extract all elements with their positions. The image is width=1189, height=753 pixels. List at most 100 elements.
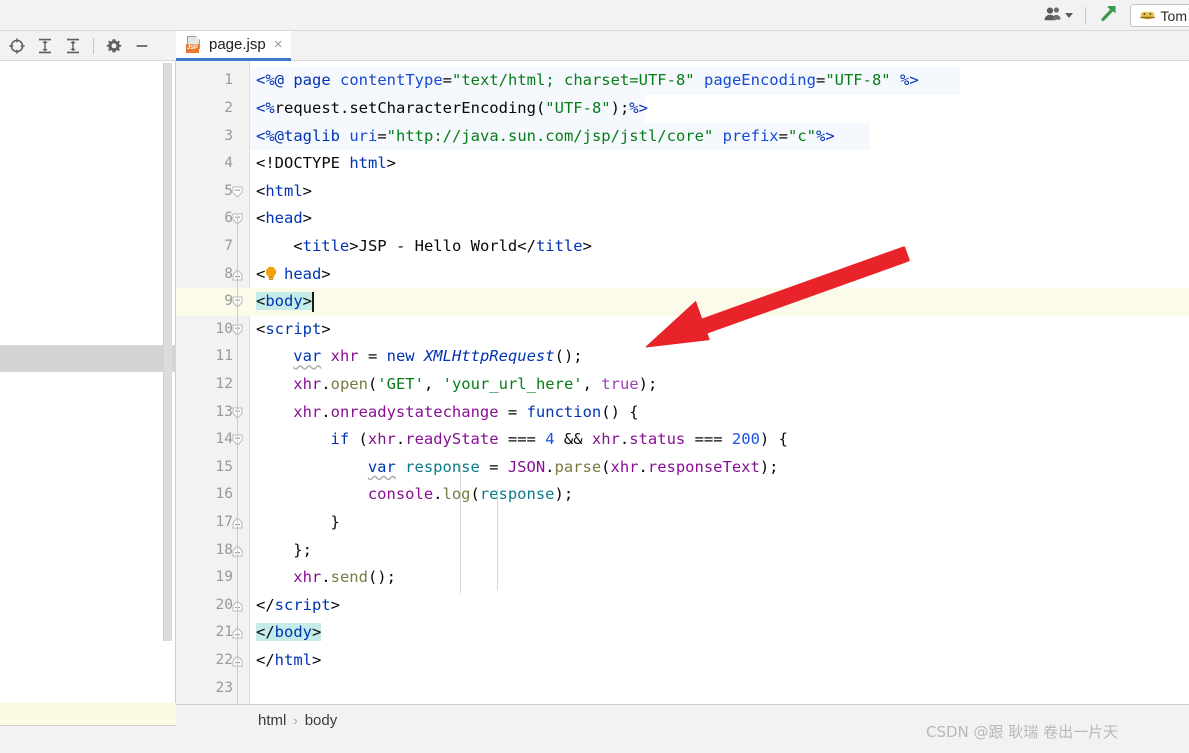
project-tree-selected-row[interactable] [0, 345, 176, 372]
close-icon[interactable]: × [274, 36, 283, 53]
indent-guide [460, 463, 461, 593]
code-line[interactable]: 2 <%request.setCharacterEncoding("UTF-8")… [176, 94, 1189, 123]
code-line[interactable]: 6 <head> [176, 205, 1189, 233]
locate-target-icon[interactable] [8, 37, 26, 55]
line-number: 21 [215, 624, 233, 641]
line-number: 6 [224, 210, 233, 227]
code-line[interactable]: 7 <title>JSP - Hello World</title> [176, 233, 1189, 261]
watermark-text: CSDN @跟 耿瑞 卷出一片天 [926, 723, 1119, 741]
code-text: <head> [256, 209, 313, 228]
intention-lightbulb-icon[interactable] [264, 266, 278, 281]
code-line[interactable]: 21 </body> [176, 619, 1189, 647]
code-line[interactable]: 9 <body> [176, 288, 1189, 316]
line-number: 1 [224, 72, 233, 89]
code-text: </html> [256, 650, 322, 669]
code-text: xhr.open('GET', 'your_url_here', true); [293, 374, 658, 393]
code-line[interactable]: 18}; [176, 537, 1189, 565]
project-panel-highlight-strip [0, 703, 176, 725]
code-text: xhr.send(); [293, 568, 396, 587]
code-text: </body> [256, 623, 322, 642]
user-accounts-icon [1044, 6, 1062, 26]
line-number: 15 [215, 458, 233, 475]
breadcrumb-item-body[interactable]: body [305, 712, 338, 729]
code-text: var response = JSON.parse(xhr.responseTe… [367, 457, 779, 476]
line-number: 2 [224, 99, 233, 116]
build-hammer-icon [1098, 2, 1120, 29]
hide-minimize-icon[interactable] [133, 37, 151, 55]
code-text: var xhr = new XMLHttpRequest(); [293, 347, 583, 366]
caret-row-background [176, 288, 1189, 316]
fold-connector-line [237, 461, 238, 606]
code-line[interactable]: 19 xhr.send(); [176, 564, 1189, 592]
build-project-button[interactable] [1091, 2, 1127, 29]
code-text: <!DOCTYPE html> [256, 154, 396, 173]
jsp-file-icon: JSP [186, 36, 203, 53]
code-text: </script> [256, 595, 341, 614]
toolbar-right-group: Tom [1037, 0, 1189, 31]
editor-tab-label: page.jsp [209, 36, 266, 53]
line-number: 16 [215, 486, 233, 503]
code-text: <%request.setCharacterEncoding("UTF-8");… [256, 98, 648, 117]
code-line[interactable]: 23 [176, 675, 1189, 703]
line-number: 4 [224, 155, 233, 172]
line-number: 12 [215, 375, 233, 392]
code-line[interactable]: 10 <script> [176, 316, 1189, 344]
code-text: xhr.onreadystatechange = function() { [293, 402, 639, 421]
code-line[interactable]: 17} [176, 509, 1189, 537]
fold-open-icon[interactable] [232, 186, 243, 198]
ide-window: Tom JSP page.jsp × 1 <%@ page contentTyp… [0, 0, 1189, 753]
code-line[interactable]: 16 console.log(response); [176, 481, 1189, 509]
code-line[interactable]: 11 var xhr = new XMLHttpRequest(); [176, 343, 1189, 371]
editor-tab-page-jsp[interactable]: JSP page.jsp × [176, 31, 292, 61]
breadcrumb[interactable]: html › body [258, 705, 337, 735]
line-number: 5 [224, 182, 233, 199]
line-number: 13 [215, 403, 233, 420]
code-text: <body> [256, 292, 313, 311]
line-number: 20 [215, 596, 233, 613]
tomcat-icon [1139, 7, 1156, 25]
jsp-badge-label: JSP [186, 44, 199, 53]
code-line[interactable]: 13 xhr.onreadystatechange = function() { [176, 399, 1189, 427]
code-line[interactable]: 14 if (xhr.readyState === 4 && xhr.status… [176, 426, 1189, 454]
line-number: 14 [215, 431, 233, 448]
code-text: <%@taglib uri="http://java.sun.com/jsp/j… [256, 126, 835, 145]
editor-tab-bar: JSP page.jsp × [176, 31, 1189, 61]
line-number: 19 [215, 569, 233, 586]
code-line[interactable]: 5 <html> [176, 178, 1189, 206]
project-toolbar [0, 31, 176, 61]
code-line[interactable]: 22 </html> [176, 647, 1189, 675]
code-line[interactable]: 1 <%@ page contentType="text/html; charse… [176, 67, 1189, 95]
expand-all-icon[interactable] [36, 37, 54, 55]
code-line[interactable]: 15 var response = JSON.parse(xhr.response… [176, 454, 1189, 482]
line-number: 22 [215, 651, 233, 668]
code-lines-container[interactable]: 1 <%@ page contentType="text/html; charse… [176, 61, 1189, 704]
indent-guide [497, 490, 498, 590]
settings-gear-icon[interactable] [105, 37, 123, 55]
code-line[interactable]: 20 </script> [176, 592, 1189, 620]
fold-connector-line [237, 269, 238, 339]
line-number: 23 [215, 679, 233, 696]
toolbar-divider [1084, 6, 1086, 25]
code-line[interactable]: 8 < head> [176, 261, 1189, 289]
line-number: 7 [224, 237, 233, 254]
project-tool-window [0, 31, 176, 753]
line-number: 18 [215, 541, 233, 558]
code-text: if (xhr.readyState === 4 && xhr.status =… [330, 430, 788, 449]
breadcrumb-separator: › [293, 712, 298, 728]
user-accounts-button[interactable] [1037, 6, 1080, 26]
code-text: <html> [256, 181, 313, 200]
collapse-all-icon[interactable] [64, 37, 82, 55]
code-line[interactable]: 12 xhr.open('GET', 'your_url_here', true)… [176, 371, 1189, 399]
breadcrumb-item-html[interactable]: html [258, 712, 286, 729]
line-number: 3 [224, 127, 233, 144]
run-configuration-selector[interactable]: Tom [1129, 4, 1189, 27]
code-text: <%@ page contentType="text/html; charset… [256, 71, 919, 90]
code-text: <script> [256, 319, 331, 338]
project-scrollbar[interactable] [163, 63, 172, 641]
text-caret [311, 292, 314, 313]
line-number: 11 [215, 348, 233, 365]
code-line[interactable]: 4 <!DOCTYPE html> [176, 150, 1189, 178]
code-editor[interactable]: 1 <%@ page contentType="text/html; charse… [176, 61, 1189, 704]
line-number: 9 [224, 293, 233, 310]
code-line[interactable]: 3 <%@taglib uri="http://java.sun.com/jsp/… [176, 122, 1189, 151]
